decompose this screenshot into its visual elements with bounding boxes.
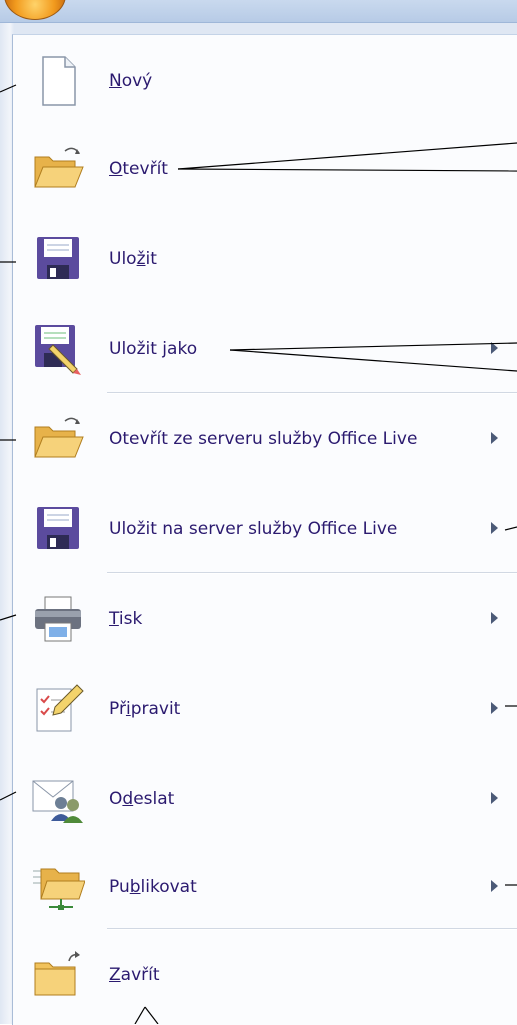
menu-label-send: Odeslat xyxy=(109,789,175,809)
save-as-pencil-icon xyxy=(31,323,85,375)
floppy-disk-icon xyxy=(31,503,85,555)
menu-label-save-as: Uložit jako xyxy=(109,339,198,359)
menu-separator xyxy=(107,928,517,930)
menu-item-save-as[interactable]: Uložit jako xyxy=(13,309,517,389)
menu-item-save-office-live[interactable]: Uložit na server služby Office Live xyxy=(13,489,517,569)
menu-label-prepare: Připravit xyxy=(109,699,181,719)
menu-separator xyxy=(107,572,517,574)
menu-item-open-office-live[interactable]: Otevřít ze serveru služby Office Live xyxy=(13,399,517,479)
menu-item-open[interactable]: Otevřít xyxy=(13,129,517,209)
folder-open-icon xyxy=(31,413,85,465)
folder-open-icon xyxy=(31,143,85,195)
folder-close-icon xyxy=(31,949,85,1001)
floppy-disk-icon xyxy=(31,233,85,285)
submenu-arrow-icon xyxy=(491,880,498,892)
email-people-icon xyxy=(31,773,85,825)
menu-item-send[interactable]: Odeslat xyxy=(13,759,517,839)
checklist-pencil-icon xyxy=(31,683,85,735)
submenu-arrow-icon xyxy=(491,342,498,354)
menu-label-open: Otevřít xyxy=(109,159,168,179)
office-file-menu: Nový Otevřít Uložit Uložit jako Otevřít … xyxy=(12,34,517,1025)
menu-label-close: Zavřít xyxy=(109,965,160,985)
network-folder-icon xyxy=(31,861,85,913)
submenu-arrow-icon xyxy=(491,702,498,714)
submenu-arrow-icon xyxy=(491,612,498,624)
menu-label-save-office-live: Uložit na server služby Office Live xyxy=(109,519,398,539)
menu-item-publish[interactable]: Publikovat xyxy=(13,847,517,927)
submenu-arrow-icon xyxy=(491,792,498,804)
menu-separator xyxy=(107,392,517,394)
menu-item-save[interactable]: Uložit xyxy=(13,219,517,299)
menu-item-prepare[interactable]: Připravit xyxy=(13,669,517,749)
document-new-icon xyxy=(31,55,85,107)
title-bar xyxy=(0,0,517,23)
menu-label-open-office-live: Otevřít ze serveru služby Office Live xyxy=(109,429,418,449)
menu-item-new[interactable]: Nový xyxy=(13,41,517,121)
printer-icon xyxy=(31,593,85,645)
menu-label-print: Tisk xyxy=(109,609,143,629)
menu-label-publish: Publikovat xyxy=(109,877,197,897)
menu-item-print[interactable]: Tisk xyxy=(13,579,517,659)
menu-label-save: Uložit xyxy=(109,249,157,269)
menu-item-close[interactable]: Zavřít xyxy=(13,935,517,1015)
submenu-arrow-icon xyxy=(491,432,498,444)
menu-label-new: Nový xyxy=(109,71,153,91)
submenu-arrow-icon xyxy=(491,522,498,534)
